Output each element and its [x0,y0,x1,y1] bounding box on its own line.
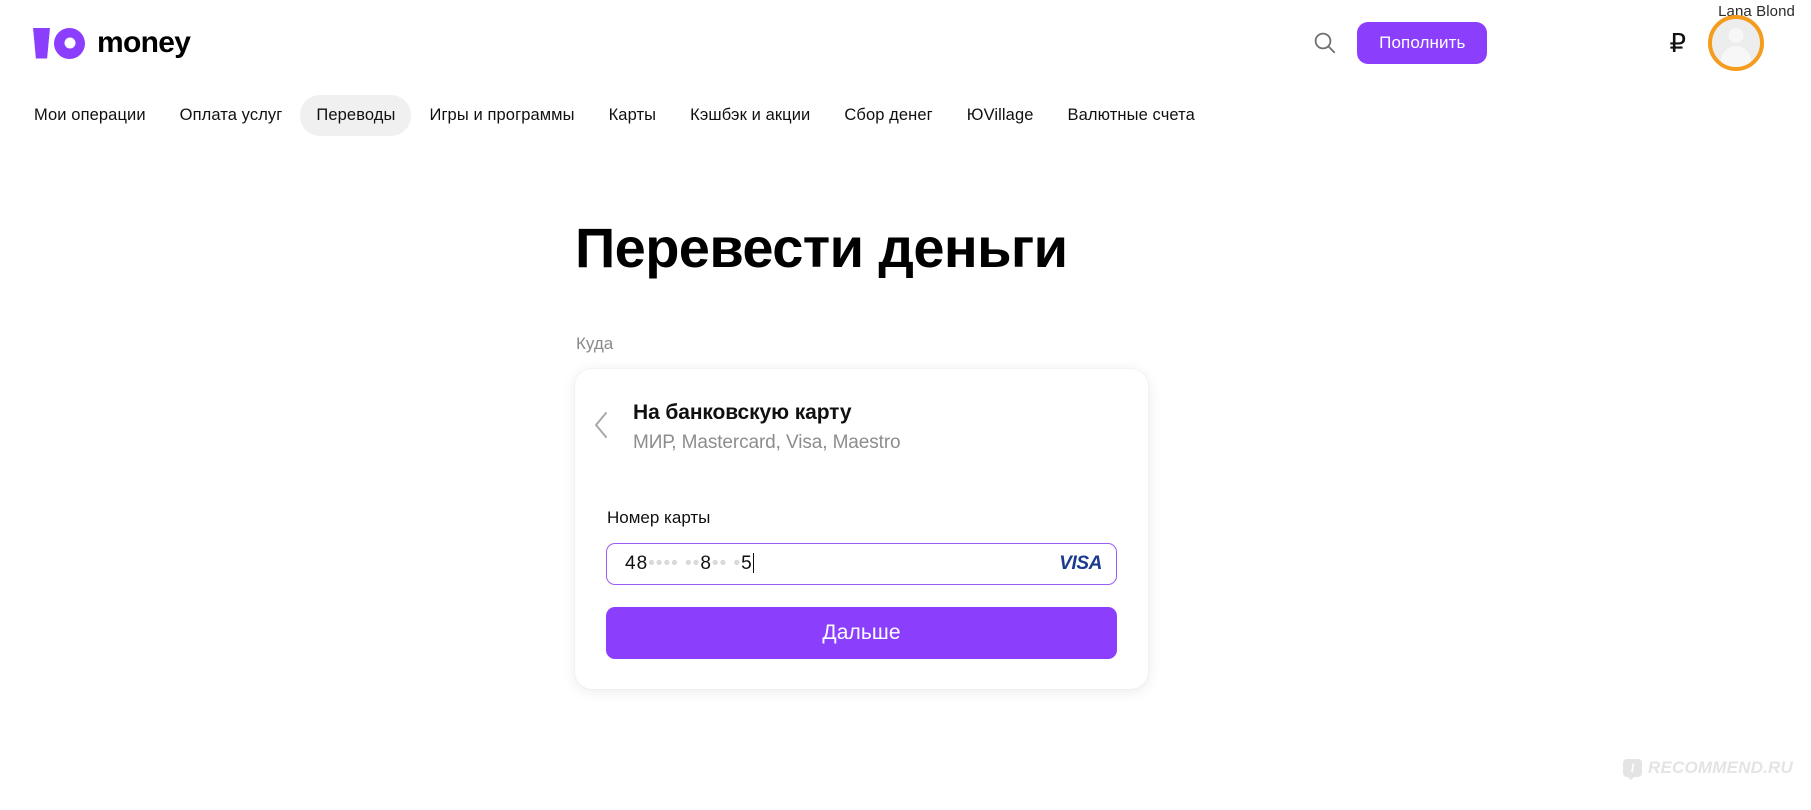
irecommend-watermark-text: RECOMMEND.RU [1647,758,1793,777]
back-button[interactable] [575,410,627,445]
card-number-suffix: 5 [741,553,753,574]
transfer-destination-header: На банковскую карту МИР, Mastercard, Vis… [575,401,1148,454]
chevron-left-icon [592,410,610,445]
card-number-label: Номер карты [607,508,711,527]
destination-label: Куда [576,334,614,353]
page-title: Перевести деньги [575,216,1068,279]
card-number-mid: 8 [700,553,712,574]
destination-title: На банковскую карту [633,401,852,424]
card-number-masked-2: •• • [711,553,742,574]
text-cursor-caret [752,553,755,573]
card-number-prefix: 48 [625,553,649,574]
card-number-masked-1: •••• •• [648,553,701,574]
main-content: Перевести деньги Куда На банковскую карт… [0,0,1811,810]
transfer-card-panel: На банковскую карту МИР, Mastercard, Vis… [575,369,1148,689]
destination-subtitle: МИР, Mastercard, Visa, Maestro [633,432,901,453]
destination-texts: На банковскую карту МИР, Mastercard, Vis… [627,401,901,454]
irecommend-badge-icon: I [1622,759,1642,780]
continue-button[interactable]: Дальше [606,607,1117,659]
card-number-input[interactable]: 48•••• ••8•• •5 VISA [606,543,1117,585]
visa-logo-icon: VISA [1059,553,1102,574]
card-number-value: 48•••• ••8•• •5 [625,553,1059,575]
irecommend-watermark: I RECOMMEND.RU [1622,758,1793,780]
